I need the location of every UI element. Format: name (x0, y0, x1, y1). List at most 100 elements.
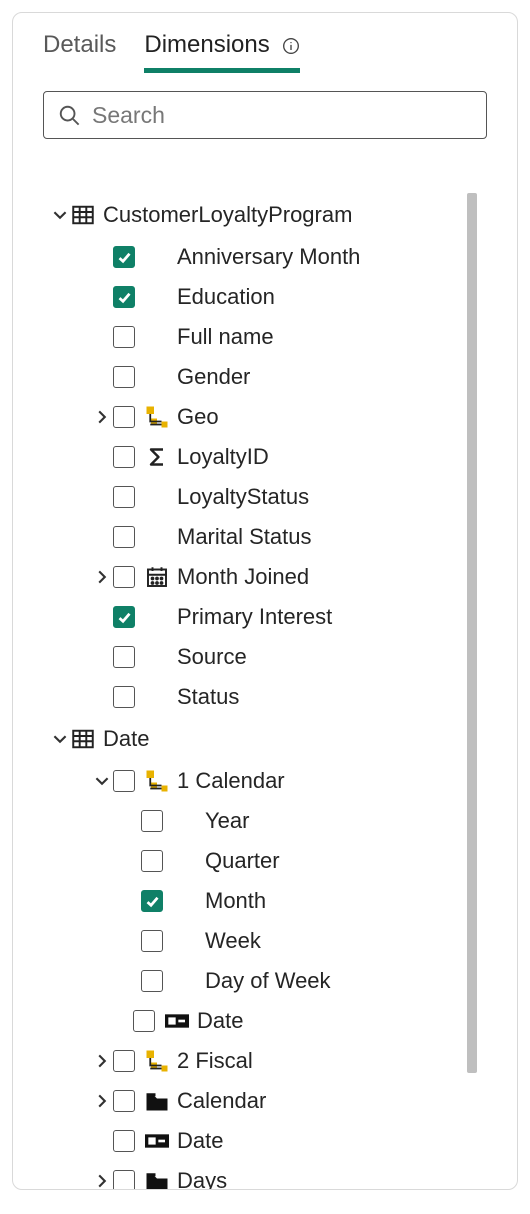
chevron-down-icon[interactable] (91, 774, 113, 788)
checkbox[interactable] (141, 930, 163, 952)
checkbox[interactable] (113, 646, 135, 668)
field-label: Primary Interest (177, 604, 332, 630)
checkbox[interactable] (113, 326, 135, 348)
tree-item-monthjoined[interactable]: Month Joined (43, 557, 461, 597)
tree-item[interactable]: Marital Status (43, 517, 461, 557)
tree-item[interactable]: Education (43, 277, 461, 317)
field-label: Days (177, 1168, 227, 1189)
table-icon (71, 727, 95, 751)
tab-details[interactable]: Details (43, 31, 116, 73)
checkbox[interactable] (113, 446, 135, 468)
field-label: LoyaltyID (177, 444, 269, 470)
checkbox[interactable] (113, 686, 135, 708)
field-label: Gender (177, 364, 250, 390)
tree-item[interactable]: Gender (43, 357, 461, 397)
field-label: Geo (177, 404, 219, 430)
field-label: Year (205, 808, 249, 834)
field-label: Status (177, 684, 239, 710)
checkbox[interactable] (113, 606, 135, 628)
tree-item[interactable]: Primary Interest (43, 597, 461, 637)
checkbox[interactable] (113, 1130, 135, 1152)
checkbox[interactable] (113, 366, 135, 388)
tree-item-days-folder[interactable]: Days (43, 1161, 461, 1189)
tree-item[interactable]: Anniversary Month (43, 237, 461, 277)
chevron-right-icon[interactable] (91, 1094, 113, 1108)
field-label: Anniversary Month (177, 244, 360, 270)
tree-item[interactable]: Date (43, 1001, 461, 1041)
tree-item-2fiscal[interactable]: 2 Fiscal (43, 1041, 461, 1081)
tree-item[interactable]: Day of Week (43, 961, 461, 1001)
checkbox[interactable] (113, 526, 135, 548)
tree-item[interactable]: Month (43, 881, 461, 921)
search-box[interactable] (43, 91, 487, 139)
tree-item-geo[interactable]: Geo (43, 397, 461, 437)
field-label: Full name (177, 324, 274, 350)
folder-icon (145, 1089, 169, 1113)
checkbox[interactable] (133, 1010, 155, 1032)
date-key-icon (145, 1129, 169, 1153)
checkbox[interactable] (113, 1090, 135, 1112)
checkbox[interactable] (141, 970, 163, 992)
calendar-icon (145, 565, 169, 589)
node-label: Date (103, 726, 149, 752)
info-icon[interactable] (282, 37, 300, 55)
field-label: Education (177, 284, 275, 310)
scrollbar[interactable] (467, 193, 477, 1073)
field-label: 2 Fiscal (177, 1048, 253, 1074)
checkbox[interactable] (113, 770, 135, 792)
search-input[interactable] (90, 101, 472, 130)
checkbox[interactable] (141, 890, 163, 912)
field-label: Day of Week (205, 968, 331, 994)
date-key-icon (165, 1009, 189, 1033)
checkbox[interactable] (113, 486, 135, 508)
dimensions-panel: Details Dimensions (12, 12, 518, 1190)
field-label: Marital Status (177, 524, 312, 550)
hierarchy-icon (145, 1049, 169, 1073)
chevron-right-icon[interactable] (91, 1054, 113, 1068)
checkbox[interactable] (113, 1050, 135, 1072)
node-label: CustomerLoyaltyProgram (103, 202, 352, 228)
chevron-right-icon[interactable] (91, 410, 113, 424)
field-label: Source (177, 644, 247, 670)
checkbox[interactable] (113, 286, 135, 308)
tree-item-1calendar[interactable]: 1 Calendar (43, 761, 461, 801)
tab-dimensions[interactable]: Dimensions (144, 31, 300, 73)
field-label: Date (177, 1128, 223, 1154)
checkbox[interactable] (113, 406, 135, 428)
checkbox[interactable] (113, 566, 135, 588)
field-label: Date (197, 1008, 243, 1034)
field-label: Week (205, 928, 261, 954)
table-icon (71, 203, 95, 227)
search-icon (58, 104, 80, 126)
tab-details-label: Details (43, 31, 116, 58)
checkbox[interactable] (141, 850, 163, 872)
field-label: Month (205, 888, 266, 914)
tree-item[interactable]: Full name (43, 317, 461, 357)
tree-item[interactable]: Status (43, 677, 461, 717)
tree-item-calendar-folder[interactable]: Calendar (43, 1081, 461, 1121)
tree-item[interactable]: Date (43, 1121, 461, 1161)
hierarchy-icon (145, 405, 169, 429)
checkbox[interactable] (113, 246, 135, 268)
checkbox[interactable] (141, 810, 163, 832)
folder-icon (145, 1169, 169, 1189)
tree-node-date[interactable]: Date (43, 717, 461, 761)
chevron-right-icon[interactable] (91, 1174, 113, 1188)
field-label: Month Joined (177, 564, 309, 590)
tab-bar: Details Dimensions (13, 13, 517, 73)
chevron-down-icon[interactable] (49, 732, 71, 746)
tree-item[interactable]: LoyaltyStatus (43, 477, 461, 517)
tab-dimensions-label: Dimensions (144, 31, 269, 58)
tree-item[interactable]: Source (43, 637, 461, 677)
field-label: 1 Calendar (177, 768, 285, 794)
hierarchy-icon (145, 769, 169, 793)
tree: CustomerLoyaltyProgram Anniversary Month… (43, 193, 461, 1189)
checkbox[interactable] (113, 1170, 135, 1189)
tree-item[interactable]: Year (43, 801, 461, 841)
chevron-right-icon[interactable] (91, 570, 113, 584)
tree-item[interactable]: Week (43, 921, 461, 961)
tree-node-customerloyaltyprogram[interactable]: CustomerLoyaltyProgram (43, 193, 461, 237)
tree-item[interactable]: LoyaltyID (43, 437, 461, 477)
chevron-down-icon[interactable] (49, 208, 71, 222)
tree-item[interactable]: Quarter (43, 841, 461, 881)
